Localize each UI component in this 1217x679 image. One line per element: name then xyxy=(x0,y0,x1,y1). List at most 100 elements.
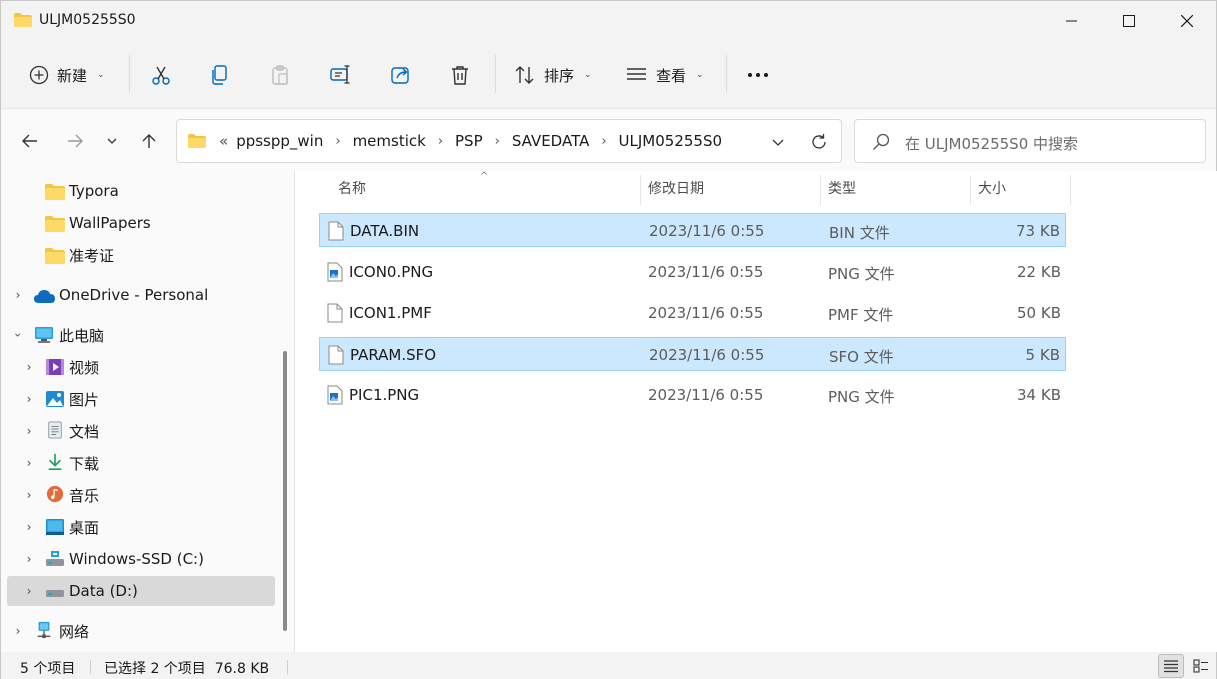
file-row[interactable]: ICON1.PMF 2023/11/6 0:55 PMF 文件 50 KB xyxy=(319,296,1066,330)
file-name: ICON0.PNG xyxy=(349,263,434,281)
column-header-size[interactable]: 大小 xyxy=(978,171,1006,205)
chevron-down-icon[interactable]: › xyxy=(11,329,25,341)
file-row[interactable]: PIC1.PNG 2023/11/6 0:55 PNG 文件 34 KB xyxy=(319,378,1066,412)
file-icon xyxy=(327,303,343,323)
chevron-right-icon[interactable]: › xyxy=(23,424,35,438)
back-button[interactable] xyxy=(16,127,44,155)
chevron-right-icon[interactable]: › xyxy=(487,134,508,149)
sidebar-item-c-drive[interactable]: › Windows-SSD (C:) xyxy=(7,544,275,574)
sidebar-item-label: OneDrive - Personal xyxy=(59,286,209,304)
file-name: PARAM.SFO xyxy=(350,346,437,364)
column-header-date[interactable]: 修改日期 xyxy=(648,171,704,205)
details-view-button[interactable] xyxy=(1158,654,1184,678)
address-bar[interactable]: « ppsspp_win › memstick › PSP › SAVEDATA… xyxy=(176,119,842,163)
tiles-view-button[interactable] xyxy=(1188,654,1214,678)
file-type: PNG 文件 xyxy=(828,388,895,406)
paste-button[interactable] xyxy=(270,55,290,95)
sidebar-item-d-drive[interactable]: › Data (D:) xyxy=(7,576,275,606)
cut-button[interactable] xyxy=(150,55,172,95)
breadcrumb-item[interactable]: memstick xyxy=(349,132,430,150)
chevron-right-icon[interactable]: › xyxy=(593,134,614,149)
breadcrumb-item[interactable]: SAVEDATA xyxy=(508,132,593,150)
folder-icon xyxy=(14,13,32,27)
sidebar-item-videos[interactable]: › 视频 xyxy=(7,352,275,382)
sidebar-item-documents[interactable]: › 文档 xyxy=(7,416,275,446)
sidebar-item-admission-ticket[interactable]: 准考证 xyxy=(7,240,275,270)
sidebar-item-wallpapers[interactable]: WallPapers xyxy=(7,208,275,238)
plus-circle-icon xyxy=(29,65,49,85)
file-row[interactable]: PARAM.SFO 2023/11/6 0:55 SFO 文件 5 KB xyxy=(319,337,1066,371)
drive-icon xyxy=(46,551,64,566)
chevron-right-icon[interactable]: › xyxy=(23,456,35,470)
forward-button[interactable] xyxy=(61,127,89,155)
maximize-button[interactable] xyxy=(1100,1,1158,41)
chevron-right-icon[interactable]: › xyxy=(12,624,24,638)
column-divider[interactable] xyxy=(1070,175,1071,205)
file-date: 2023/11/6 0:55 xyxy=(648,386,764,404)
chevron-right-icon[interactable]: › xyxy=(23,392,35,406)
sidebar-scrollbar[interactable] xyxy=(283,351,287,631)
chevron-right-icon[interactable]: › xyxy=(23,520,35,534)
close-button[interactable] xyxy=(1158,1,1216,41)
breadcrumb-item[interactable]: PSP xyxy=(451,132,487,150)
chevron-right-icon[interactable]: › xyxy=(23,360,35,374)
column-header-name[interactable]: 名称 xyxy=(338,171,366,205)
sidebar-item-typora[interactable]: Typora xyxy=(7,176,275,206)
delete-button[interactable] xyxy=(450,55,470,95)
chevron-down-icon xyxy=(107,138,117,144)
share-button[interactable] xyxy=(390,55,412,95)
maximize-icon xyxy=(1123,15,1135,27)
column-divider[interactable] xyxy=(820,175,821,205)
chevron-right-icon[interactable]: › xyxy=(23,552,35,566)
chevron-right-icon[interactable]: › xyxy=(430,134,451,149)
copy-button[interactable] xyxy=(210,55,230,95)
file-name: DATA.BIN xyxy=(350,222,420,240)
chevron-right-icon[interactable]: › xyxy=(23,488,35,502)
sidebar-item-pictures[interactable]: › 图片 xyxy=(7,384,275,414)
sidebar-item-downloads[interactable]: › 下载 xyxy=(7,448,275,478)
breadcrumb-item[interactable]: ULJM05255S0 xyxy=(615,132,726,150)
file-row[interactable]: ICON0.PNG 2023/11/6 0:55 PNG 文件 22 KB xyxy=(319,255,1066,289)
scissors-icon xyxy=(152,66,170,85)
chevron-right-icon[interactable]: › xyxy=(23,584,35,598)
search-placeholder: 在 ULJM05255S0 中搜索 xyxy=(905,135,1079,153)
search-box[interactable]: 在 ULJM05255S0 中搜索 xyxy=(854,119,1206,163)
breadcrumb-overflow[interactable]: « xyxy=(215,132,232,150)
pictures-icon xyxy=(46,391,64,407)
recent-locations-button[interactable] xyxy=(98,127,126,155)
arrow-up-icon xyxy=(142,134,156,148)
view-button[interactable]: 查看 ⌄ xyxy=(626,55,704,95)
address-history-button[interactable] xyxy=(767,132,789,152)
refresh-button[interactable] xyxy=(807,131,831,153)
chevron-right-icon[interactable]: › xyxy=(12,288,24,302)
image-file-icon xyxy=(327,385,343,405)
sort-button[interactable]: 排序 ⌄ xyxy=(514,55,592,95)
sidebar-item-desktop[interactable]: › 桌面 xyxy=(7,512,275,542)
sidebar-item-label: 准考证 xyxy=(69,246,115,265)
file-row[interactable]: DATA.BIN 2023/11/6 0:55 BIN 文件 73 KB xyxy=(319,213,1066,247)
tiles-view-icon xyxy=(1193,659,1208,673)
file-size: 34 KB xyxy=(1017,386,1061,404)
up-button[interactable] xyxy=(135,127,163,155)
image-file-icon xyxy=(327,262,343,282)
more-options-button[interactable] xyxy=(747,55,769,95)
sidebar-item-network[interactable]: › 网络 xyxy=(7,616,275,646)
breadcrumb-item[interactable]: ppsspp_win xyxy=(232,132,327,150)
chevron-down-icon: ⌄ xyxy=(584,70,592,80)
search-icon xyxy=(873,133,890,150)
column-divider[interactable] xyxy=(970,175,971,205)
sidebar-item-label: Typora xyxy=(69,182,119,200)
new-button[interactable]: 新建 ⌄ xyxy=(29,55,105,95)
sidebar-item-onedrive[interactable]: › OneDrive - Personal xyxy=(7,280,275,310)
sidebar-item-music[interactable]: › 音乐 xyxy=(7,480,275,510)
sidebar-item-this-pc[interactable]: › 此电脑 xyxy=(7,320,275,350)
rename-button[interactable] xyxy=(330,55,352,95)
column-header-type[interactable]: 类型 xyxy=(828,171,856,205)
column-divider[interactable] xyxy=(640,175,641,205)
chevron-right-icon[interactable]: › xyxy=(327,134,348,149)
documents-icon xyxy=(48,421,62,439)
item-count: 5 个项目 xyxy=(20,661,76,677)
file-date: 2023/11/6 0:55 xyxy=(648,304,764,322)
folder-icon xyxy=(45,248,65,264)
minimize-button[interactable] xyxy=(1042,1,1100,41)
